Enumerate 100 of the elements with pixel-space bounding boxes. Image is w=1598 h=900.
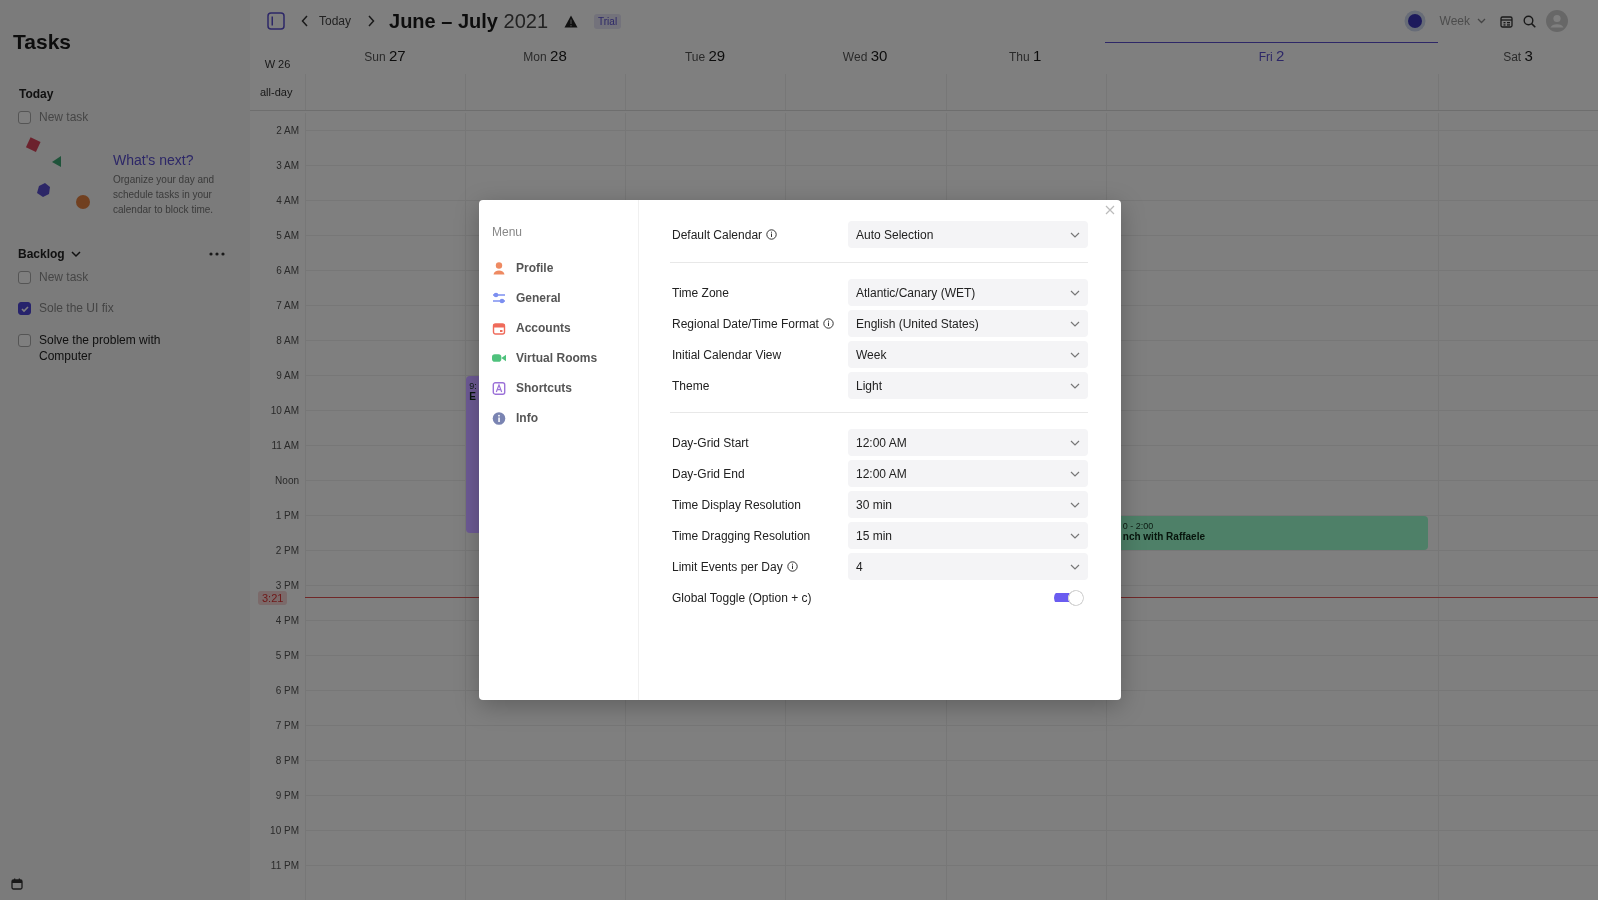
check-icon <box>19 303 30 314</box>
setting-label: Default Calendar <box>672 227 763 242</box>
status-dot-icon[interactable] <box>1403 10 1426 32</box>
setting-label: Theme <box>672 378 710 393</box>
hour-label: 4 PM <box>275 615 299 626</box>
hour-label: 3 PM <box>275 580 299 591</box>
task-text[interactable]: Solve the problem with Computer <box>39 332 189 364</box>
dropdown-field[interactable]: 15 min <box>848 522 1088 549</box>
day-header[interactable]: Tue 29 <box>625 42 786 74</box>
hour-label: 9 PM <box>275 790 299 801</box>
checkbox[interactable] <box>18 334 31 347</box>
chevron-icon <box>1070 231 1080 238</box>
hour-label: 8 PM <box>275 755 299 766</box>
chevron-icon <box>1070 382 1080 389</box>
tasks-title: Tasks <box>13 30 72 54</box>
date-range-title: June – July 2021 <box>389 9 549 33</box>
hour-label: 6 PM <box>275 685 299 696</box>
video-camera-icon <box>492 353 506 363</box>
dropdown-field[interactable]: 4 <box>848 553 1088 580</box>
sidebar-toggle-icon[interactable] <box>267 12 285 30</box>
chevron-icon <box>1477 18 1486 24</box>
chevron-icon <box>1070 470 1080 477</box>
dropdown-field[interactable]: Light <box>848 372 1088 399</box>
empty-description: Organize your day and schedule tasks in your calendar to block time. <box>113 173 216 217</box>
hour-label: 2 AM <box>276 125 299 136</box>
event-title: nch with Raffaele <box>1122 530 1206 542</box>
dropdown-field[interactable]: 30 min <box>848 491 1088 518</box>
day-header[interactable]: Mon 28 <box>465 42 626 74</box>
menu-item[interactable]: Accounts <box>492 313 620 343</box>
event-time: 0 - 2:00 <box>1122 520 1154 531</box>
info-icon[interactable] <box>766 229 778 240</box>
chevron-icon <box>1070 351 1080 358</box>
chevron-icon <box>70 250 81 258</box>
menu-item[interactable]: General <box>492 283 620 313</box>
day-header[interactable]: Thu 1 <box>945 42 1106 74</box>
info-icon[interactable] <box>822 318 834 329</box>
setting-label: Day-Grid End <box>672 466 745 481</box>
hour-label: 11 PM <box>270 860 299 871</box>
hour-label: 8 AM <box>276 335 299 346</box>
hour-label: 9 AM <box>276 370 299 381</box>
hour-label: 2 PM <box>275 545 299 556</box>
menu-item[interactable]: Shortcuts <box>492 373 620 403</box>
keyboard-key-icon <box>492 381 506 395</box>
hour-label: 7 AM <box>276 300 299 311</box>
more-icon[interactable] <box>209 252 225 256</box>
setting-label: Day-Grid Start <box>672 435 749 450</box>
dropdown-field[interactable]: 12:00 AM <box>848 429 1088 456</box>
dropdown-field[interactable]: 12:00 AM <box>848 460 1088 487</box>
sliders-icon <box>492 292 506 304</box>
checkbox[interactable] <box>18 302 31 315</box>
checkbox[interactable] <box>18 110 31 124</box>
hour-label: 5 PM <box>275 650 299 661</box>
previous-icon[interactable] <box>301 15 309 27</box>
search-icon[interactable] <box>1523 14 1536 28</box>
day-header[interactable]: Wed 30 <box>785 42 946 74</box>
calendar-icon <box>492 321 506 335</box>
setting-label: Time Zone <box>672 285 729 300</box>
menu-item[interactable]: Profile <box>492 253 620 283</box>
menu-item[interactable]: Virtual Rooms <box>492 343 620 373</box>
hour-label: 5 AM <box>276 230 299 241</box>
info-icon[interactable] <box>786 561 798 572</box>
checkbox[interactable] <box>18 270 31 284</box>
chevron-icon <box>1070 532 1080 539</box>
current-time-label: 3:21 <box>258 591 288 605</box>
hour-label: 3 AM <box>276 160 299 171</box>
event-time: 9: <box>469 380 477 391</box>
empty-heading: What's next? <box>113 152 195 168</box>
next-icon[interactable] <box>367 15 376 27</box>
setting-label: Initial Calendar View <box>672 347 782 362</box>
setting-label: Time Display Resolution <box>672 497 801 512</box>
dropdown-field[interactable]: English (United States) <box>848 310 1088 337</box>
week-number: W 26 <box>264 58 291 70</box>
warning-icon[interactable] <box>564 14 579 28</box>
hour-label: 10 AM <box>270 405 299 416</box>
setting-label: Regional Date/Time Format <box>672 316 819 331</box>
hour-label: 4 AM <box>276 195 299 206</box>
chevron-icon <box>1070 439 1080 446</box>
hour-label: 10 PM <box>270 825 299 836</box>
setting-label: Time Dragging Resolution <box>672 528 811 543</box>
calendar-icon[interactable] <box>1500 14 1513 28</box>
hour-label: Noon <box>275 475 299 486</box>
menu-item[interactable]: Info <box>492 403 620 433</box>
event-title: E <box>469 390 476 402</box>
day-header[interactable]: Sat 3 <box>1438 42 1598 74</box>
day-header[interactable]: Sun 27 <box>305 42 466 74</box>
today-button[interactable]: Today <box>319 14 352 28</box>
dropdown-field[interactable]: Auto Selection <box>848 221 1088 248</box>
chevron-icon <box>1070 289 1080 296</box>
backlog-toggle[interactable]: Backlog <box>18 247 81 261</box>
person-icon <box>492 261 506 275</box>
hour-label: 6 AM <box>276 265 299 276</box>
menu-label: Menu <box>492 225 524 239</box>
setting-label: Limit Events per Day <box>672 559 783 574</box>
dropdown-field[interactable]: Week <box>848 341 1088 368</box>
setting-label: Global Toggle (Option + c) <box>672 590 812 605</box>
hour-label: 7 PM <box>275 720 299 731</box>
hour-label: 11 AM <box>271 440 299 451</box>
info-icon <box>492 411 506 425</box>
dropdown-field[interactable]: Atlantic/Canary (WET) <box>848 279 1088 306</box>
calendar-icon[interactable] <box>11 878 23 890</box>
